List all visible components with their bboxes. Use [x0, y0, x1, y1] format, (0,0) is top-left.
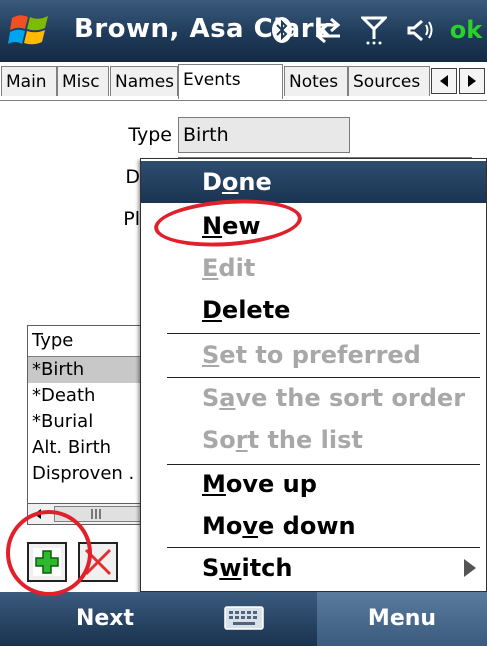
menu-item-set-to-preferred: Set to preferred [202, 341, 421, 369]
tab-main[interactable]: Main [1, 66, 57, 96]
tab-names[interactable]: Names [110, 66, 178, 96]
status-icons: ok [267, 12, 482, 48]
softkey-next-button[interactable]: Next [0, 592, 210, 646]
date-label: D [125, 166, 140, 188]
menu-item-done[interactable]: Done [141, 161, 486, 203]
menu-item-move-up[interactable]: Move up [141, 463, 486, 505]
tab-misc[interactable]: Misc [57, 66, 109, 96]
tab-events[interactable]: Events [178, 64, 283, 99]
tab-sources[interactable]: Sources [348, 66, 430, 96]
tab-scroll-right-icon[interactable] [459, 68, 485, 94]
context-menu: Done New Edit Delete Set to preferred Sa… [140, 158, 487, 592]
submenu-arrow-icon [464, 559, 476, 577]
windows-start-icon[interactable] [8, 10, 52, 52]
signal-icon[interactable] [359, 15, 389, 45]
menu-item-delete[interactable]: Delete [141, 289, 486, 331]
scrollbar-thumb[interactable] [54, 506, 144, 522]
menu-item-move-down[interactable]: Move down [141, 505, 486, 547]
list-item[interactable]: *Birth [28, 357, 153, 383]
volume-icon[interactable] [405, 15, 435, 45]
plus-icon [33, 548, 61, 576]
menu-item-switch[interactable]: Switch [141, 547, 486, 589]
add-event-button[interactable] [27, 542, 67, 582]
menu-item-edit: Edit [202, 254, 256, 282]
menu-item-new[interactable]: New [141, 205, 486, 247]
bluetooth-icon[interactable] [267, 15, 297, 45]
grip-icon [91, 509, 101, 519]
list-item[interactable]: Alt. Birth [28, 435, 153, 461]
type-label: Type [128, 124, 172, 146]
ok-button[interactable]: ok [450, 15, 482, 45]
tab-scroll-left-icon[interactable] [431, 68, 457, 94]
list-item[interactable]: *Death [28, 383, 153, 409]
delete-x-icon [84, 548, 112, 576]
list-header-type[interactable]: Type [28, 326, 153, 357]
list-item[interactable]: Disproven . [28, 461, 153, 487]
menu-item-save-sort-order: Save the sort order [202, 384, 466, 412]
tab-notes[interactable]: Notes [284, 66, 348, 96]
sync-arrows-icon[interactable] [313, 15, 343, 45]
menu-item-sort-the-list: Sort the list [202, 426, 363, 454]
soft-key-bar: Next Menu [0, 592, 487, 646]
list-item[interactable]: *Burial [28, 409, 153, 435]
type-field[interactable]: Birth [178, 117, 350, 153]
softkey-menu-button[interactable]: Menu [317, 592, 487, 646]
place-label: Pl [123, 208, 140, 230]
event-list[interactable]: Type *Birth *Death *Burial Alt. Birth Di… [27, 325, 154, 517]
title-bar: Brown, Asa Clark ok [0, 0, 487, 62]
scroll-left-icon[interactable] [32, 508, 42, 520]
delete-event-button[interactable] [78, 542, 118, 582]
tab-strip: Main Misc Names Events Notes Sources [0, 62, 487, 101]
list-horizontal-scrollbar[interactable] [27, 503, 152, 525]
keyboard-icon[interactable] [224, 606, 264, 630]
tab-scroll-arrows [431, 68, 485, 94]
